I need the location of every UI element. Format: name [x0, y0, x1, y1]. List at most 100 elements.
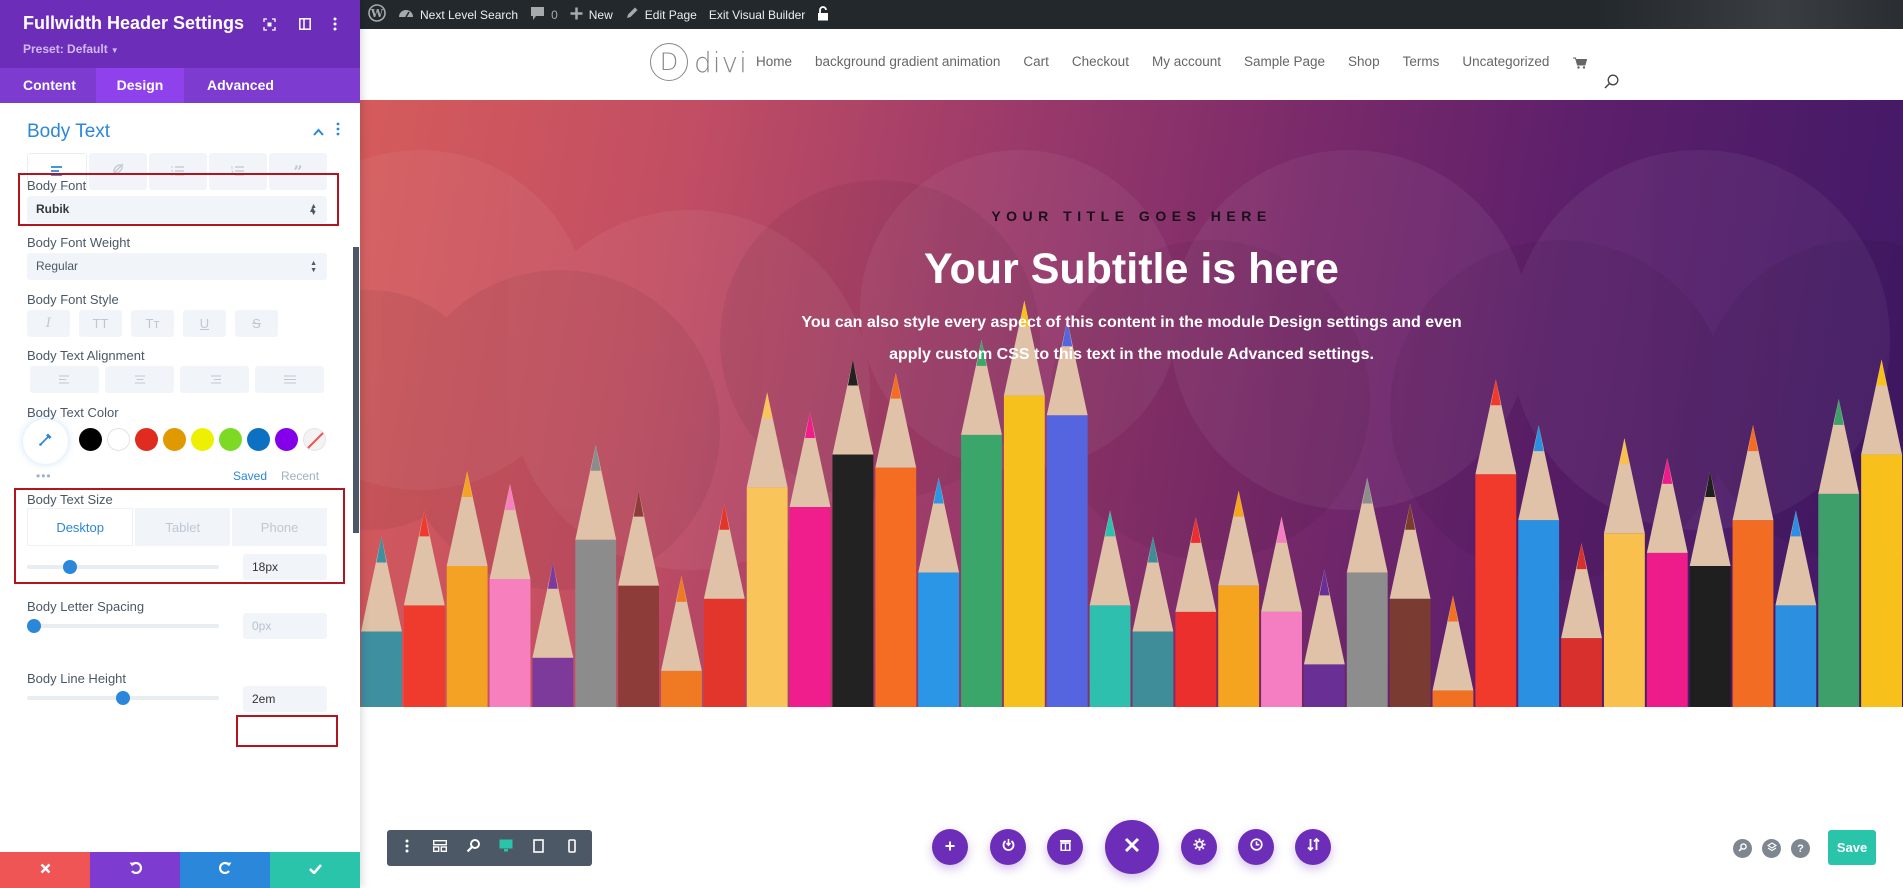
- nav-shop[interactable]: Shop: [1348, 54, 1380, 69]
- more-options-icon[interactable]: [327, 16, 343, 32]
- align-justify-button[interactable]: [255, 366, 324, 393]
- collapse-caret-icon[interactable]: [313, 123, 324, 139]
- site-name-link[interactable]: Next Level Search: [398, 6, 518, 23]
- new-content-link[interactable]: New: [570, 7, 613, 23]
- wp-admin-bar: W Next Level Search 0 New Edit Page Exit…: [360, 0, 1903, 29]
- phone-view-button[interactable]: [562, 838, 582, 858]
- color-swatch-none[interactable]: [303, 428, 326, 451]
- tab-design[interactable]: Design: [96, 68, 184, 103]
- body-font-select[interactable]: Rubik ▲ ▲ ▼: [27, 196, 327, 223]
- lock-button[interactable]: [817, 5, 829, 24]
- device-tab-desktop[interactable]: Desktop: [27, 508, 134, 546]
- nav-background-gradient-animation[interactable]: background gradient animation: [815, 54, 1000, 69]
- search-icon[interactable]: [1604, 74, 1619, 94]
- more-colors-dots[interactable]: •••: [36, 469, 52, 483]
- panel-scrollbar[interactable]: [353, 247, 359, 533]
- power-icon: [1002, 838, 1015, 856]
- cart-icon[interactable]: [1573, 56, 1588, 74]
- pencil: [1432, 595, 1474, 707]
- find-replace-button[interactable]: [1733, 839, 1752, 858]
- nav-uncategorized[interactable]: Uncategorized: [1462, 54, 1549, 69]
- nav-cart[interactable]: Cart: [1023, 54, 1049, 69]
- close-builder-button[interactable]: [1105, 820, 1159, 874]
- page-layers-button[interactable]: [1295, 829, 1331, 865]
- history-button[interactable]: [1238, 829, 1274, 865]
- nav-home[interactable]: Home: [756, 54, 792, 69]
- align-right-icon: [209, 371, 221, 389]
- tab-advanced[interactable]: Advanced: [184, 68, 297, 103]
- panel-title: Fullwidth Header Settings: [23, 13, 245, 33]
- color-swatch[interactable]: [247, 428, 270, 451]
- color-swatch[interactable]: [135, 428, 158, 451]
- recent-colors-tab[interactable]: Recent: [281, 469, 319, 483]
- page-settings-button[interactable]: [397, 838, 417, 858]
- tablet-view-button[interactable]: [529, 838, 549, 858]
- save-button[interactable]: Save: [1828, 830, 1876, 865]
- wireframe-view-button[interactable]: [430, 838, 450, 858]
- saved-colors-tab[interactable]: Saved: [233, 469, 267, 483]
- body-font-weight-label: Body Font Weight: [27, 235, 131, 250]
- line-height-slider[interactable]: [27, 691, 219, 705]
- align-center-button[interactable]: [105, 366, 174, 393]
- save-changes-button[interactable]: [270, 852, 360, 888]
- section-title[interactable]: Body Text: [27, 121, 110, 143]
- strikethrough-button[interactable]: S: [235, 310, 278, 337]
- help-icon: ?: [1797, 842, 1804, 855]
- fullscreen-icon[interactable]: [261, 16, 277, 32]
- settings-button[interactable]: [1181, 829, 1217, 865]
- zoom-view-button[interactable]: [463, 838, 483, 858]
- redo-button[interactable]: [180, 852, 270, 888]
- layers-button[interactable]: [1762, 839, 1781, 858]
- undo-button[interactable]: [90, 852, 180, 888]
- align-right-button[interactable]: [180, 366, 249, 393]
- align-left-button[interactable]: [30, 366, 99, 393]
- preset-dropdown[interactable]: Preset: Default ▼: [23, 42, 119, 56]
- hero-subtitle[interactable]: Your Subtitle is here: [360, 245, 1903, 294]
- edit-page-link[interactable]: Edit Page: [625, 6, 697, 23]
- nav-my-account[interactable]: My account: [1152, 54, 1221, 69]
- portability-button[interactable]: [990, 829, 1026, 865]
- color-swatch[interactable]: [219, 428, 242, 451]
- help-button[interactable]: ?: [1791, 839, 1810, 858]
- nav-terms[interactable]: Terms: [1403, 54, 1440, 69]
- discard-button[interactable]: [0, 852, 90, 888]
- hero-body-text[interactable]: You can also style every aspect of this …: [360, 307, 1903, 371]
- slider-handle[interactable]: [116, 691, 130, 705]
- line-height-input[interactable]: 2em: [243, 686, 327, 712]
- site-logo[interactable]: D divi: [650, 43, 748, 81]
- slider-handle[interactable]: [62, 560, 77, 574]
- section-more-icon[interactable]: [336, 122, 340, 141]
- color-swatch[interactable]: [107, 428, 130, 451]
- body-font-weight-select[interactable]: Regular ▲ ▼: [27, 253, 327, 280]
- hero-title[interactable]: YOUR TITLE GOES HERE: [360, 208, 1903, 224]
- body-letter-spacing-label: Body Letter Spacing: [27, 599, 145, 614]
- color-swatch[interactable]: [191, 428, 214, 451]
- uppercase-button[interactable]: TT: [79, 310, 122, 337]
- add-button[interactable]: [932, 829, 968, 865]
- slider-handle[interactable]: [27, 619, 41, 633]
- split-view-icon[interactable]: [297, 16, 313, 32]
- color-swatch[interactable]: [163, 428, 186, 451]
- exit-visual-builder-link[interactable]: Exit Visual Builder: [709, 8, 806, 22]
- wordpress-menu[interactable]: W: [368, 4, 386, 25]
- capitalize-button[interactable]: Tт: [131, 310, 174, 337]
- italic-button[interactable]: I: [27, 310, 70, 337]
- letter-spacing-input[interactable]: 0px: [243, 613, 327, 639]
- text-size-slider[interactable]: [27, 560, 219, 574]
- device-tab-tablet[interactable]: Tablet: [135, 508, 231, 546]
- comments-link[interactable]: 0: [530, 6, 558, 24]
- letter-spacing-slider[interactable]: [27, 619, 219, 633]
- color-swatch[interactable]: [275, 428, 298, 451]
- text-size-input[interactable]: 18px: [243, 554, 327, 580]
- fullwidth-header-module[interactable]: YOUR TITLE GOES HERE Your Subtitle is he…: [360, 100, 1903, 707]
- comment-count: 0: [551, 7, 558, 22]
- nav-checkout[interactable]: Checkout: [1072, 54, 1129, 69]
- nav-sample-page[interactable]: Sample Page: [1244, 54, 1325, 69]
- device-tab-phone[interactable]: Phone: [232, 508, 328, 546]
- desktop-view-button[interactable]: [496, 838, 516, 858]
- color-swatch[interactable]: [79, 428, 102, 451]
- delete-button[interactable]: [1047, 829, 1083, 865]
- tab-content[interactable]: Content: [0, 68, 96, 103]
- color-picker-button[interactable]: [23, 419, 68, 464]
- underline-button[interactable]: U: [183, 310, 226, 337]
